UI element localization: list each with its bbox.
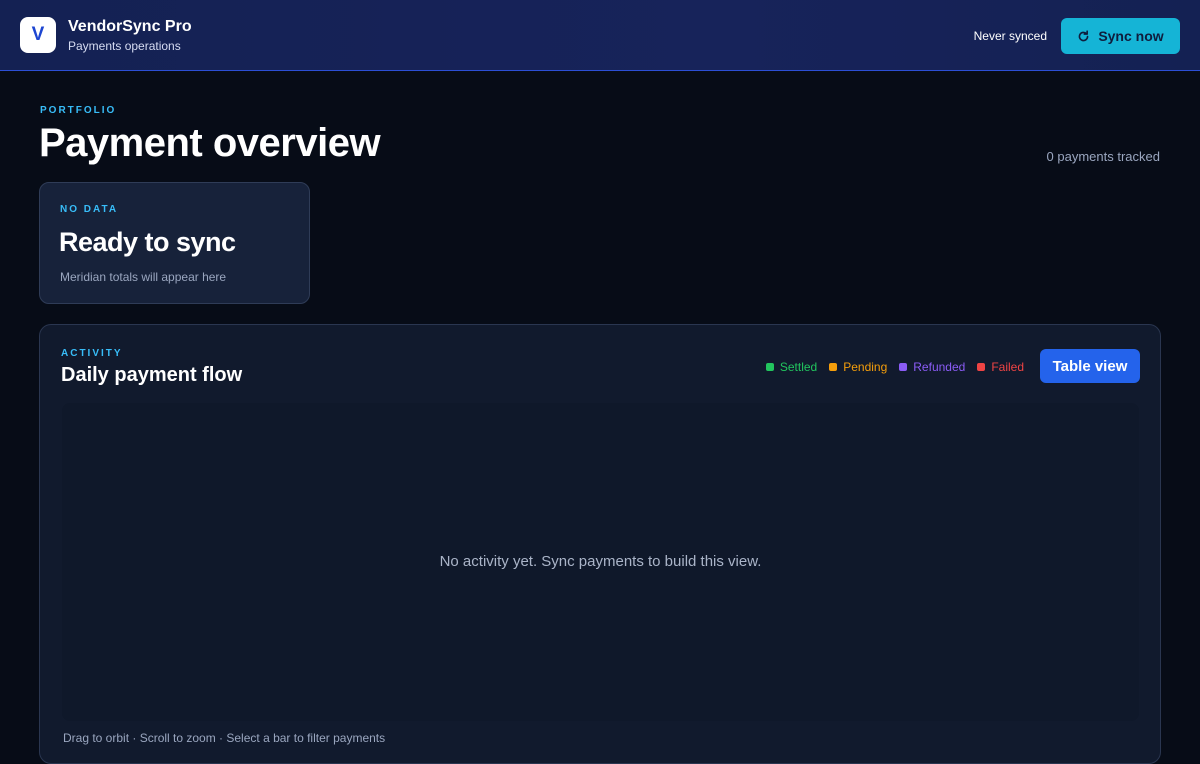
- legend-label-pending: Pending: [843, 360, 888, 374]
- status-legend: Settled Pending Refunded Failed: [765, 360, 1024, 374]
- legend-item-refunded[interactable]: Refunded: [899, 360, 965, 374]
- sync-now-label: Sync now: [1098, 28, 1164, 44]
- activity-eyebrow: ACTIVITY: [61, 348, 123, 359]
- sync-status: Never synced: [973, 29, 1047, 43]
- activity-panel: ACTIVITY Daily payment flow Settled Pend…: [39, 324, 1161, 764]
- payments-tracked-count: 0 payments tracked: [1046, 149, 1160, 164]
- legend-swatch-refunded: [899, 363, 908, 371]
- page-eyebrow: PORTFOLIO: [40, 105, 117, 116]
- app-logo: V: [20, 17, 56, 53]
- activity-title: Daily payment flow: [61, 364, 243, 386]
- table-view-button[interactable]: Table view: [1040, 349, 1140, 383]
- sync-now-button[interactable]: Sync now: [1061, 18, 1180, 54]
- legend-swatch-failed: [977, 363, 986, 371]
- chart-interaction-hint: Drag to orbit · Scroll to zoom · Select …: [63, 731, 386, 745]
- page-title: Payment overview: [39, 121, 381, 165]
- empty-state-message: No activity yet. Sync payments to build …: [439, 553, 762, 570]
- legend-item-settled[interactable]: Settled: [765, 360, 818, 374]
- status-card: NO DATA Ready to sync Meridian totals wi…: [39, 182, 310, 304]
- top-bar: V VendorSync Pro Payments operations Nev…: [0, 0, 1200, 71]
- app-subtitle: Payments operations: [68, 39, 181, 53]
- status-card-eyebrow: NO DATA: [60, 204, 119, 215]
- status-card-title: Ready to sync: [59, 227, 236, 257]
- activity-chart-canvas[interactable]: No activity yet. Sync payments to build …: [62, 403, 1139, 721]
- legend-label-refunded: Refunded: [913, 360, 966, 374]
- app-title: VendorSync Pro: [68, 18, 192, 35]
- status-card-subtitle: Meridian totals will appear here: [60, 270, 227, 284]
- refresh-icon: [1077, 29, 1090, 43]
- legend-swatch-settled: [765, 363, 774, 371]
- legend-item-failed[interactable]: Failed: [977, 360, 1024, 374]
- legend-label-failed: Failed: [991, 360, 1024, 374]
- legend-label-settled: Settled: [779, 360, 818, 374]
- legend-swatch-pending: [829, 363, 838, 371]
- legend-item-pending[interactable]: Pending: [829, 360, 887, 374]
